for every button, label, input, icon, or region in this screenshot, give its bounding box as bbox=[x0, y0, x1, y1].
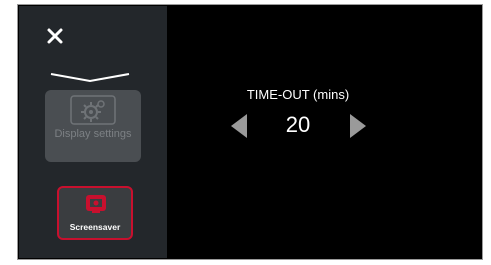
timeout-title: TIME-OUT (mins) bbox=[246, 87, 350, 102]
screensaver-label: Screensaver bbox=[69, 222, 121, 232]
display-settings-gear-icon bbox=[70, 95, 116, 125]
close-button[interactable] bbox=[45, 26, 67, 48]
arrow-right-icon[interactable] bbox=[349, 113, 367, 139]
timeout-value: 20 bbox=[285, 112, 311, 137]
arrow-left-icon[interactable] bbox=[230, 113, 248, 139]
close-icon[interactable] bbox=[45, 26, 67, 48]
display-settings-label: Display settings bbox=[54, 128, 132, 140]
sidebar: Display settings Screensaver bbox=[19, 6, 167, 258]
screensaver-icon bbox=[86, 195, 106, 213]
screen-frame: Display settings Screensaver TIME-OUT (m… bbox=[17, 4, 483, 260]
screensaver-tile[interactable]: Screensaver bbox=[57, 186, 133, 240]
scroll-up-chevron-icon[interactable] bbox=[49, 70, 131, 84]
display-settings-tile[interactable]: Display settings bbox=[45, 90, 141, 162]
